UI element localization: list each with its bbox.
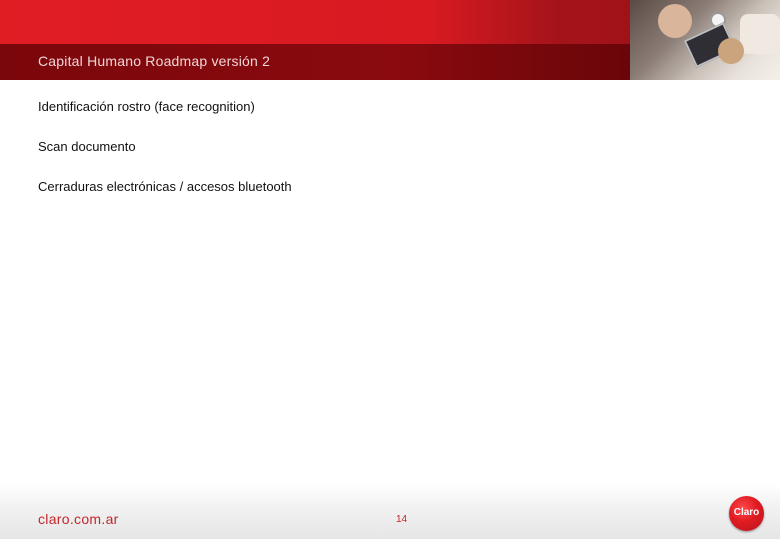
page-title: Capital Humano Roadmap versión 2 bbox=[38, 53, 271, 69]
slide: Capital Humano Roadmap versión 2 Identif… bbox=[0, 0, 780, 539]
claro-logo-icon: Claro bbox=[729, 496, 764, 531]
list-item: Cerraduras electrónicas / accesos blueto… bbox=[38, 179, 292, 194]
logo-text: Claro bbox=[733, 507, 760, 518]
photo-person bbox=[658, 4, 692, 38]
meeting-photo-icon bbox=[630, 0, 780, 80]
list-item: Identificación rostro (face recognition) bbox=[38, 99, 255, 114]
photo-person bbox=[718, 38, 744, 64]
page-number: 14 bbox=[396, 514, 408, 525]
content-list: Identificación rostro (face recognition)… bbox=[38, 99, 292, 219]
footer-url: claro.com.ar bbox=[38, 511, 119, 527]
photo-shirt bbox=[740, 14, 780, 54]
list-item: Scan documento bbox=[38, 139, 136, 154]
